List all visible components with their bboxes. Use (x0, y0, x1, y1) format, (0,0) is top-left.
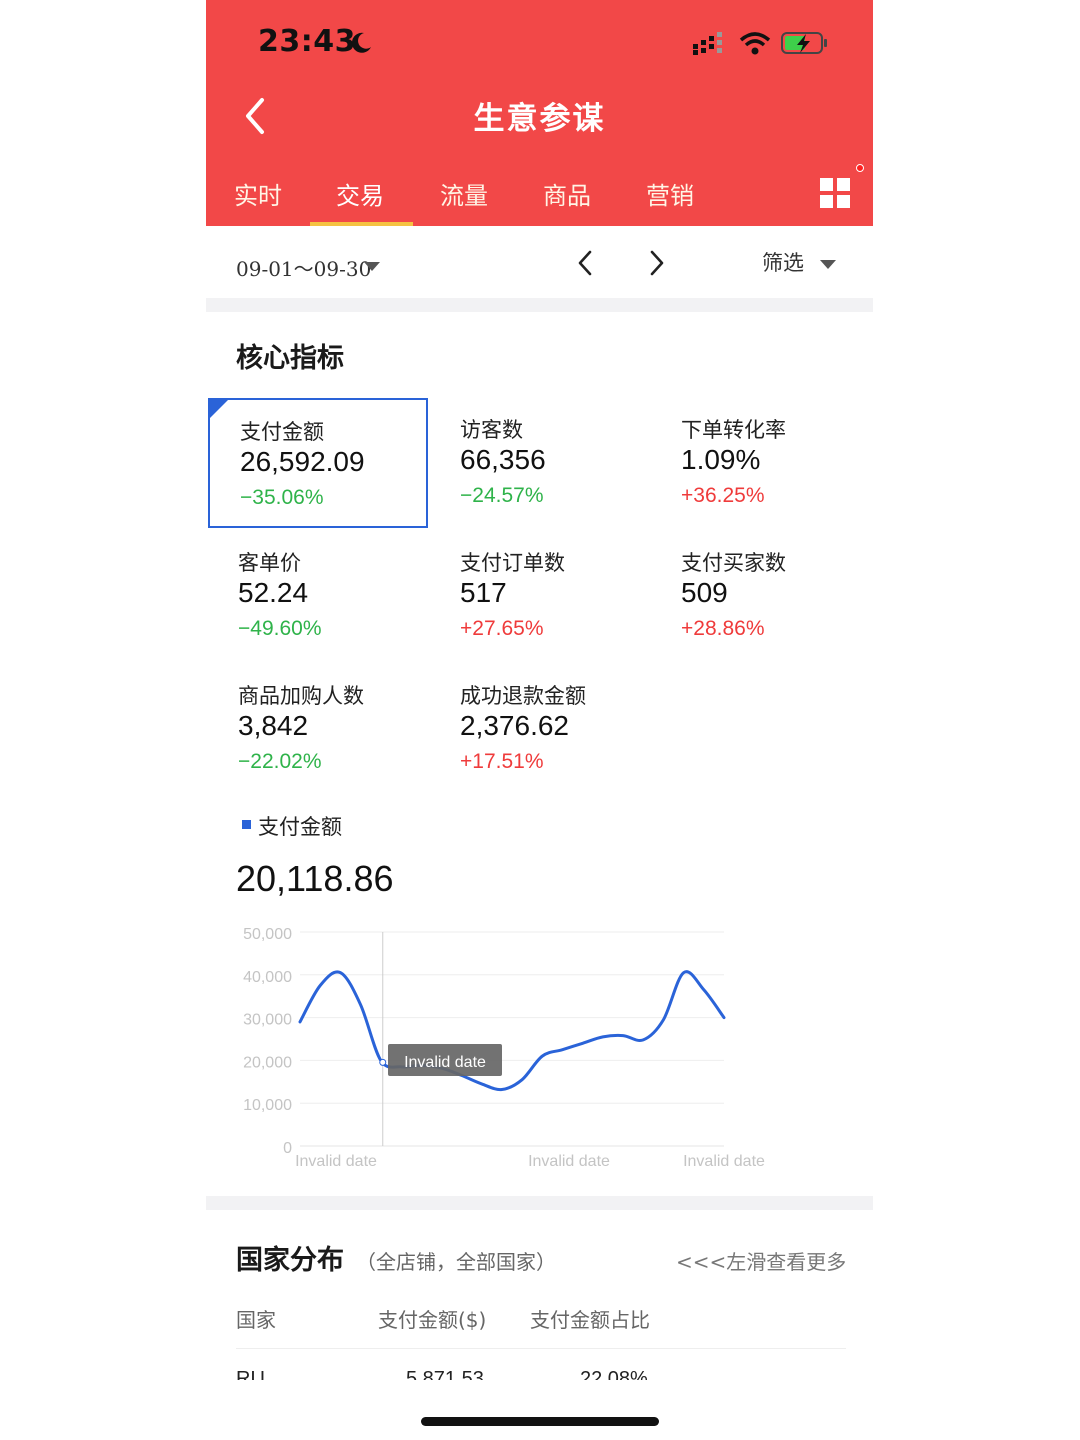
metric-label: 成功退款金额 (460, 684, 586, 708)
next-period-icon[interactable] (644, 248, 668, 278)
metric-change: −35.06% (240, 486, 324, 509)
section-divider (206, 1196, 873, 1210)
column-header-payment-amount: 支付金额($) (378, 1308, 487, 1332)
metric-value: 26,592.09 (240, 446, 365, 477)
metric-card-refund-amount[interactable]: 成功退款金额 2,376.62 +17.51% (428, 664, 648, 794)
y-tick-label: 40,000 (243, 969, 292, 986)
metric-value: 509 (681, 577, 728, 608)
metric-value: 66,356 (460, 444, 546, 475)
metric-label: 支付买家数 (681, 551, 786, 575)
metric-change: +27.65% (460, 617, 544, 640)
metric-value: 1.09% (681, 444, 761, 475)
metric-label: 商品加购人数 (238, 684, 364, 708)
metric-change: +36.25% (681, 484, 765, 507)
cellular-signal-icon (693, 32, 722, 55)
previous-period-icon[interactable] (574, 248, 598, 278)
x-tick-label: Invalid date (683, 1153, 765, 1170)
battery-charging-icon (781, 32, 827, 54)
metric-card-payment-amount[interactable]: 支付金额 26,592.09 −35.06% (208, 398, 428, 528)
x-tick-label: Invalid date (295, 1153, 377, 1170)
y-tick-label: 0 (283, 1140, 292, 1157)
table-cell-country: RU (236, 1368, 265, 1380)
column-header-payment-share: 支付金额占比 (530, 1308, 650, 1332)
swipe-hint[interactable]: <<<左滑查看更多 (676, 1246, 846, 1275)
metric-card-avg-order-value[interactable]: 客单价 52.24 −49.60% (206, 531, 426, 661)
metric-value: 3,842 (238, 710, 309, 741)
table-cell-amount: 5,871.53 (406, 1368, 484, 1380)
status-time: 23:43 (258, 24, 356, 59)
metric-label: 访客数 (460, 418, 523, 442)
home-indicator[interactable] (421, 1417, 659, 1426)
metric-label: 客单价 (238, 551, 301, 575)
tab-products[interactable]: 商品 (543, 176, 591, 211)
tab-bar (206, 170, 873, 226)
metric-card-conversion-rate[interactable]: 下单转化率 1.09% +36.25% (649, 398, 869, 528)
chart-tooltip-text: Invalid date (404, 1054, 486, 1071)
metric-label: 支付金额 (240, 420, 324, 444)
x-tick-label: Invalid date (528, 1153, 610, 1170)
core-metrics-title: 核心指标 (236, 343, 344, 374)
date-range-selector[interactable]: 09-01～09-30 (236, 253, 371, 282)
metric-card-paid-buyers[interactable]: 支付买家数 509 +28.86% (649, 531, 869, 661)
page-title: 生意参谋 (473, 101, 606, 137)
date-dropdown-caret-icon[interactable] (364, 262, 380, 271)
metric-card-add-to-cart-users[interactable]: 商品加购人数 3,842 −22.02% (206, 664, 426, 794)
moon-icon (351, 32, 371, 53)
selected-corner-marker (210, 400, 228, 418)
tab-realtime[interactable]: 实时 (234, 176, 282, 211)
table-cell-share: 22.08% (580, 1368, 648, 1380)
wifi-icon (739, 32, 771, 55)
y-tick-label: 10,000 (243, 1097, 292, 1114)
chart-legend-label: 支付金额 (258, 815, 342, 839)
series-line-payment-amount (298, 970, 726, 1092)
column-header-country: 国家 (236, 1308, 276, 1332)
metric-value: 52.24 (238, 577, 309, 608)
y-tick-label: 20,000 (243, 1054, 292, 1071)
metric-label: 支付订单数 (460, 551, 565, 575)
section-divider (206, 298, 873, 312)
tab-trade[interactable]: 交易 (336, 176, 384, 211)
notification-dot (856, 164, 864, 172)
tab-traffic[interactable]: 流量 (440, 176, 488, 211)
metric-label: 下单转化率 (681, 418, 786, 442)
metric-value: 2,376.62 (460, 710, 569, 741)
legend-swatch (242, 820, 251, 829)
table-divider (236, 1348, 846, 1349)
y-tick-label: 50,000 (243, 926, 292, 943)
country-distribution-title: 国家分布 (236, 1245, 344, 1276)
metric-value: 517 (460, 577, 507, 608)
metric-card-visitors[interactable]: 访客数 66,356 −24.57% (428, 398, 648, 528)
metric-change: −22.02% (238, 750, 322, 773)
metric-change: −49.60% (238, 617, 322, 640)
metric-change: −24.57% (460, 484, 544, 507)
y-tick-label: 30,000 (243, 1012, 292, 1029)
app-screen: 23:43 生意参谋 实时 交易 流量 商品 营销 09-01～09-30 筛选… (206, 0, 873, 1380)
metric-change: +28.86% (681, 617, 765, 640)
grid-menu-icon[interactable] (818, 176, 852, 210)
payment-amount-line-chart[interactable]: 50,00040,00030,00020,00010,0000Invalid d… (206, 910, 873, 1180)
filter-button[interactable]: 筛选 (762, 247, 804, 277)
metric-change: +17.51% (460, 750, 544, 773)
highlighted-data-point (379, 1058, 387, 1066)
country-distribution-subtitle: （全店铺，全部国家） (356, 1250, 556, 1274)
metric-card-paid-orders[interactable]: 支付订单数 517 +27.65% (428, 531, 648, 661)
chart-current-value: 20,118.86 (236, 858, 394, 899)
filter-dropdown-caret-icon[interactable] (820, 260, 836, 269)
tab-marketing[interactable]: 营销 (646, 176, 694, 211)
